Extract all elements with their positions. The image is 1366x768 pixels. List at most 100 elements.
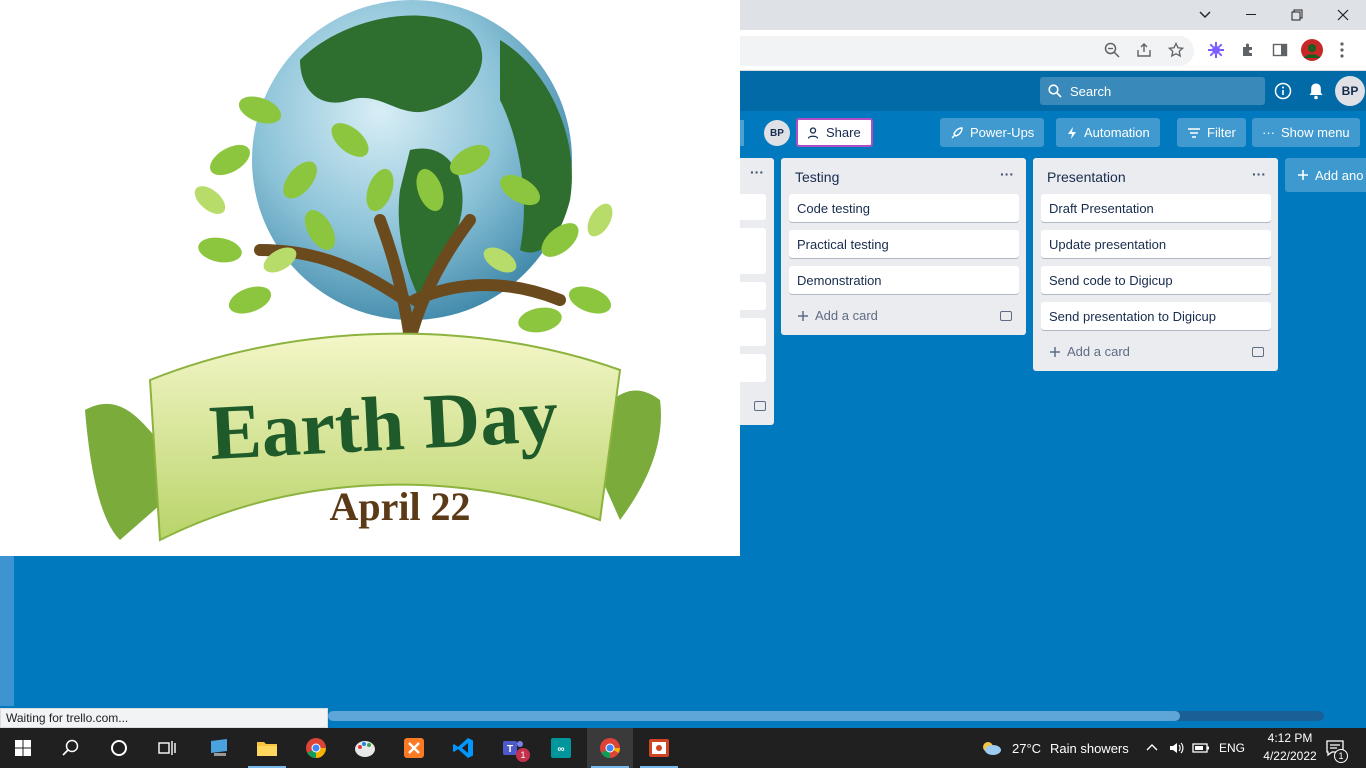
- info-icon[interactable]: [1273, 81, 1293, 101]
- board-scroll-edge: [0, 556, 14, 706]
- partial-list: ···: [740, 158, 774, 425]
- powerpoint-app[interactable]: [636, 728, 682, 768]
- card[interactable]: Code testing: [789, 194, 1019, 222]
- member-avatar[interactable]: BP: [1335, 76, 1365, 106]
- show-menu-label: Show menu: [1281, 125, 1350, 140]
- earth-day-image: Earth Day April 22: [0, 0, 740, 556]
- board-horizontal-scrollbar[interactable]: [328, 711, 1324, 721]
- weather-cloud-icon: [983, 742, 1001, 755]
- partial-card[interactable]: [740, 354, 766, 382]
- battery-icon[interactable]: [1192, 741, 1210, 755]
- weather-temperature[interactable]: 27°C: [1012, 741, 1041, 756]
- restore-button[interactable]: [1274, 0, 1320, 30]
- add-card-button[interactable]: Add a card: [797, 308, 878, 323]
- minimize-button[interactable]: [1228, 0, 1274, 30]
- card[interactable]: Send presentation to Digicup: [1041, 302, 1271, 330]
- folder-icon: [257, 742, 277, 756]
- teams-app[interactable]: T 1: [490, 728, 536, 768]
- chrome-app[interactable]: [293, 728, 339, 768]
- person-add-icon: [808, 126, 819, 139]
- card-template-icon[interactable]: [1252, 347, 1264, 357]
- filter-label: Filter: [1207, 125, 1236, 140]
- slideshow-icon: [649, 739, 669, 757]
- list-title[interactable]: Testing: [795, 169, 839, 185]
- windows-taskbar: T 1 ∞ 27°C Rain showers ENG 4:12 PM 4/22…: [0, 728, 1366, 768]
- weather-description[interactable]: Rain showers: [1050, 741, 1129, 756]
- earth-day-date: April 22: [329, 484, 470, 529]
- vscode-app[interactable]: [440, 728, 486, 768]
- search-input[interactable]: Search: [1040, 77, 1265, 105]
- more-icon[interactable]: [1330, 38, 1354, 62]
- browser-status-text: Waiting for trello.com...: [0, 708, 328, 728]
- extension-icon[interactable]: [1204, 38, 1228, 62]
- add-list-label: Add ano: [1315, 167, 1364, 183]
- volume-icon[interactable]: [1168, 740, 1184, 756]
- side-panel-icon[interactable]: [1268, 38, 1292, 62]
- chrome-app-active[interactable]: [587, 728, 633, 768]
- list-title[interactable]: Presentation: [1047, 169, 1126, 185]
- card[interactable]: Update presentation: [1041, 230, 1271, 258]
- filter-button[interactable]: Filter: [1177, 118, 1246, 147]
- card[interactable]: Draft Presentation: [1041, 194, 1271, 222]
- clock-date[interactable]: 4/22/2022: [1254, 749, 1326, 763]
- start-button[interactable]: [0, 728, 46, 768]
- bookmark-star-icon[interactable]: [1164, 38, 1188, 62]
- profile-avatar[interactable]: [1300, 38, 1324, 62]
- show-menu-button[interactable]: ··· Show menu: [1252, 118, 1360, 147]
- card[interactable]: Practical testing: [789, 230, 1019, 258]
- language-indicator[interactable]: ENG: [1219, 741, 1245, 755]
- earth-day-illustration: Earth Day April 22: [85, 0, 661, 542]
- arduino-icon: ∞: [551, 738, 571, 758]
- browser-titlebar: [740, 0, 1366, 30]
- board-member-avatar[interactable]: BP: [764, 120, 790, 146]
- clock-time[interactable]: 4:12 PM: [1260, 731, 1320, 745]
- add-card-label: Add a card: [1067, 344, 1130, 359]
- powerups-label: Power-Ups: [970, 125, 1035, 140]
- partial-card[interactable]: [740, 194, 766, 220]
- lightning-icon: [1068, 126, 1076, 139]
- paint-app[interactable]: [342, 728, 388, 768]
- file-explorer-app[interactable]: [244, 728, 290, 768]
- zoom-icon[interactable]: [1100, 38, 1124, 62]
- list-menu-icon[interactable]: ···: [1252, 166, 1266, 182]
- card[interactable]: Send code to Digicup: [1041, 266, 1271, 294]
- rocket-icon: [951, 126, 963, 138]
- powerups-button[interactable]: Power-Ups: [940, 118, 1045, 147]
- xampp-app[interactable]: [391, 728, 437, 768]
- add-card-button[interactable]: Add a card: [1049, 344, 1130, 359]
- chrome-icon: [306, 738, 327, 759]
- chrome-icon: [600, 738, 621, 759]
- board-header-edge: [740, 120, 744, 146]
- automation-button[interactable]: Automation: [1056, 118, 1160, 147]
- partial-card[interactable]: [740, 282, 766, 310]
- address-bar[interactable]: [740, 36, 1194, 66]
- cortana-button[interactable]: [96, 728, 142, 768]
- tab-search-chevron-icon[interactable]: [1182, 0, 1228, 30]
- this-pc-app[interactable]: [196, 728, 242, 768]
- tray-overflow-chevron-icon[interactable]: [1146, 743, 1158, 751]
- share-page-icon[interactable]: [1132, 38, 1156, 62]
- card-template-icon[interactable]: [1000, 311, 1012, 321]
- card[interactable]: Demonstration: [789, 266, 1019, 294]
- arduino-app[interactable]: ∞: [538, 728, 584, 768]
- partial-list-menu-icon[interactable]: ···: [750, 164, 764, 180]
- share-button[interactable]: Share: [796, 118, 873, 147]
- xampp-icon: [404, 738, 424, 758]
- close-window-button[interactable]: [1320, 0, 1366, 30]
- list-testing: Testing ··· Code testing Practical testi…: [781, 158, 1026, 335]
- puzzle-icon[interactable]: [1236, 38, 1260, 62]
- notifications-bell-icon[interactable]: [1306, 81, 1326, 101]
- vscode-icon: [453, 738, 473, 758]
- paint-palette-icon: [355, 741, 375, 757]
- partial-card[interactable]: [740, 228, 766, 274]
- search-taskbar-button[interactable]: [48, 728, 94, 768]
- scrollbar-thumb[interactable]: [328, 711, 1180, 721]
- filter-icon: [1188, 127, 1200, 138]
- task-view-button[interactable]: [144, 728, 190, 768]
- add-list-button[interactable]: Add ano: [1285, 158, 1366, 192]
- search-placeholder: Search: [1070, 83, 1112, 99]
- partial-card[interactable]: [740, 318, 766, 346]
- list-menu-icon[interactable]: ···: [1000, 166, 1014, 182]
- card-template-icon[interactable]: [754, 401, 766, 411]
- task-view-icon: [158, 741, 176, 755]
